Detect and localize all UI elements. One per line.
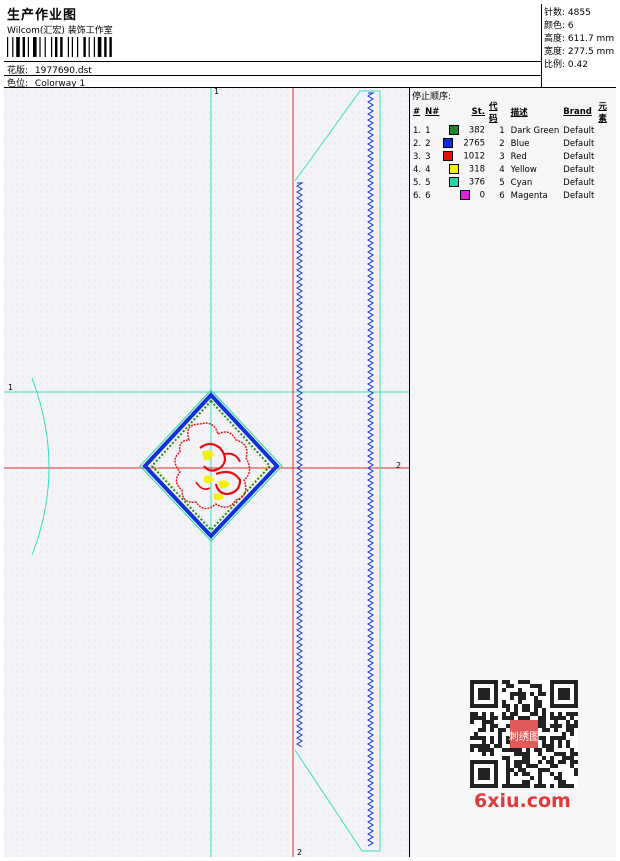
table-row: 1. 1 382 1 Dark Green Default: [411, 124, 616, 137]
table-row: 3. 3 1012 3 Red Default: [411, 150, 616, 163]
cell-needle: 1: [425, 125, 431, 136]
table-row: 6. 6 0 6 Magenta Default: [411, 189, 616, 202]
cell-index: 3.: [413, 151, 422, 162]
cell-description: Yellow: [510, 164, 537, 175]
axis-label-v1: 1: [214, 88, 219, 96]
cell-code: 5: [499, 177, 505, 188]
axis-label-h2: 2: [396, 461, 401, 470]
cell-brand: Default: [563, 138, 595, 149]
cell-element: [596, 163, 616, 176]
cell-brand: Default: [563, 151, 595, 162]
stat-height: 高度: 611.7 mm: [544, 34, 615, 44]
cell-description: Dark Green: [510, 125, 560, 136]
cell-code: 3: [499, 151, 505, 162]
cell-needle: 3: [425, 151, 431, 162]
cell-brand: Default: [563, 190, 595, 201]
watermark-text: 6xiu.com: [474, 790, 571, 812]
qr-logo-text: 刺绣图: [508, 730, 539, 743]
color-swatch: [459, 190, 470, 201]
table-row: 5. 5 376 5 Cyan Default: [411, 176, 616, 189]
cell-index: 6.: [413, 190, 422, 201]
table-row: 2. 2 2765 2 Blue Default: [411, 137, 616, 150]
cell-index: 2.: [413, 138, 422, 149]
col-stitches: St.: [471, 107, 486, 117]
table-row: 4. 4 318 4 Yellow Default: [411, 163, 616, 176]
stat-colors: 颜色: 6: [544, 21, 574, 31]
cell-index: 1.: [413, 125, 422, 136]
cell-element: [596, 124, 616, 137]
table-header-row: # N# St. 代码 描述 Brand 元素: [411, 100, 616, 124]
cell-element: [596, 137, 616, 150]
cell-description: Cyan: [510, 177, 533, 188]
page-title: 生产作业图: [7, 8, 78, 23]
page-subtitle: Wilcom(汇宏) 装饰工作室: [7, 26, 113, 36]
cell-element: [596, 189, 616, 202]
header: 生产作业图 Wilcom(汇宏) 装饰工作室 花版: 1977690.dst 色…: [4, 4, 616, 89]
stat-stitches: 针数: 4855: [544, 8, 591, 18]
cell-stitches: 318: [441, 163, 487, 176]
cell-brand: Default: [563, 177, 595, 188]
col-element: 元素: [598, 102, 607, 124]
cell-brand: Default: [563, 164, 595, 175]
cell-element: [596, 176, 616, 189]
cell-description: Red: [510, 151, 527, 162]
cell-stitches: 0: [441, 189, 487, 202]
stat-scale: 比例: 0.42: [544, 60, 588, 70]
cell-needle: 6: [425, 190, 431, 201]
axis-label-h1: 1: [8, 383, 13, 392]
axis-label-v2: 2: [297, 848, 302, 857]
cell-code: 2: [499, 138, 505, 149]
cell-description: Magenta: [510, 190, 548, 201]
cell-stitches: 1012: [441, 150, 487, 163]
color-swatch: [448, 177, 459, 188]
color-swatch: [448, 164, 459, 175]
header-divider: [4, 61, 541, 62]
color-swatch: [443, 138, 454, 149]
cell-stitches: 382: [441, 124, 487, 137]
cell-index: 4.: [413, 164, 422, 175]
col-index: #: [413, 107, 421, 117]
cell-needle: 4: [425, 164, 431, 175]
qr-code: 刺绣图: [470, 680, 578, 788]
cell-element: [596, 150, 616, 163]
barcode: [7, 37, 112, 57]
cell-index: 5.: [413, 177, 422, 188]
col-code: 代码: [489, 102, 498, 124]
color-swatch: [443, 151, 454, 162]
stat-width: 宽度: 277.5 mm: [544, 47, 615, 57]
color-swatch: [448, 125, 459, 136]
canvas-background: [4, 88, 410, 857]
cell-needle: 5: [425, 177, 431, 188]
cell-stitches: 2765: [441, 137, 487, 150]
cell-code: 6: [499, 190, 505, 201]
cell-needle: 2: [425, 138, 431, 149]
cell-brand: Default: [563, 125, 595, 136]
cell-code: 4: [499, 164, 505, 175]
col-description: 描述: [510, 108, 528, 118]
stop-sequence-table: # N# St. 代码 描述 Brand 元素 1. 1 382 1 Dark Gree…: [411, 100, 616, 202]
col-brand: Brand: [563, 107, 592, 117]
cell-description: Blue: [510, 138, 530, 149]
cell-stitches: 376: [441, 176, 487, 189]
stats-box: 针数: 4855 颜色: 6 高度: 611.7 mm 宽度: 277.5 mm…: [541, 4, 616, 88]
col-needle: N#: [425, 107, 440, 117]
embroidery-canvas: 1 1 2 2: [4, 88, 410, 857]
cell-code: 1: [499, 125, 505, 136]
